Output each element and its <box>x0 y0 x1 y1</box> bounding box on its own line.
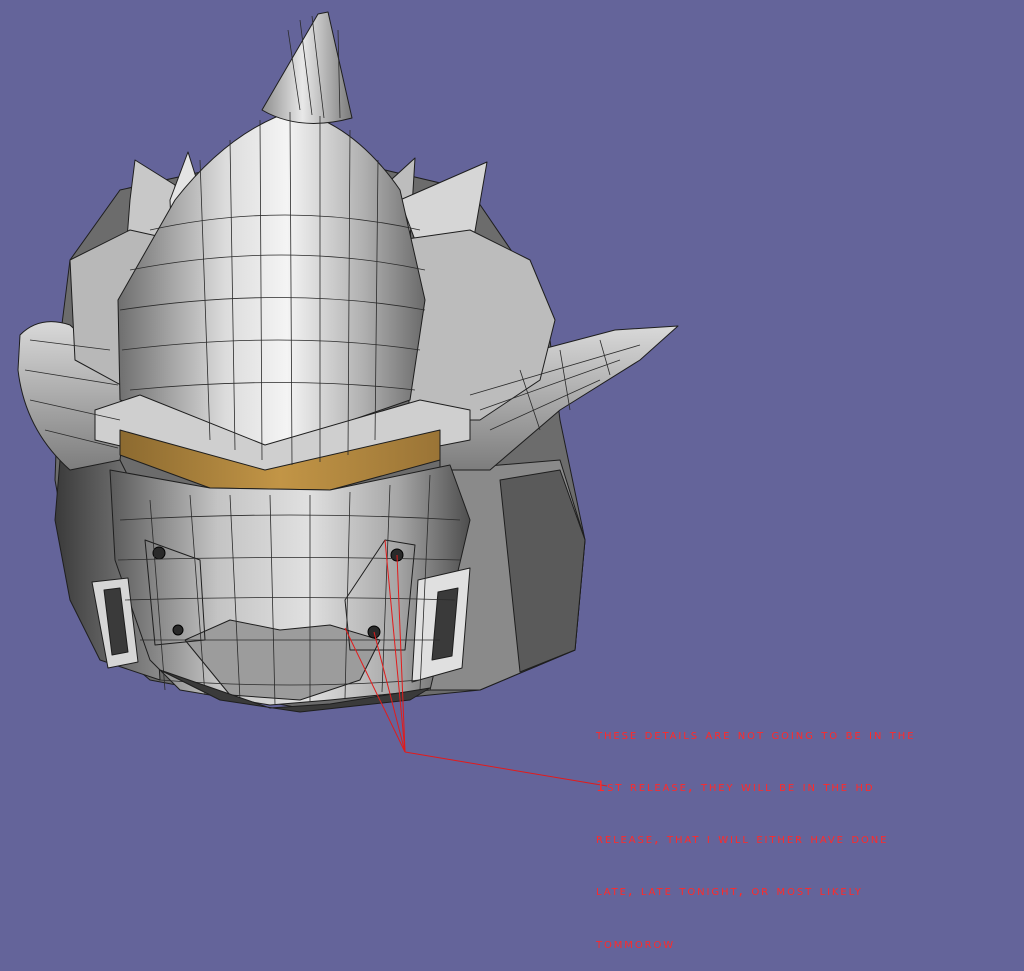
annotation-line-2: 1st release, they will be in the HD <box>596 779 875 796</box>
callout-leader <box>404 751 608 787</box>
annotation-note: These details are not going to be in the… <box>596 692 1024 971</box>
annotation-line-1: These details are not going to be in the <box>596 726 916 743</box>
helmet-model[interactable] <box>17 11 679 713</box>
helmet-dome <box>117 109 426 451</box>
socket-left-lower <box>172 624 184 636</box>
annotation-line-4: late, late tonight, or most likely <box>596 883 863 900</box>
annotation-line-3: release, that I will either have done <box>596 831 889 848</box>
annotation-line-5: tommorow <box>596 935 676 952</box>
